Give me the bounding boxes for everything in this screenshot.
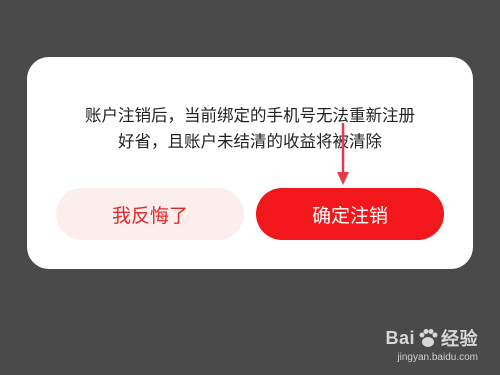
confirm-logout-button[interactable]: 确定注销 [256, 188, 444, 240]
logout-confirm-dialog: 账户注销后，当前绑定的手机号无法重新注册 好省，且账户未结清的收益将被清除 我反… [27, 57, 473, 269]
regret-button[interactable]: 我反悔了 [56, 188, 244, 240]
watermark-brand-suffix: 经验 [441, 329, 478, 349]
dialog-message: 账户注销后，当前绑定的手机号无法重新注册 好省，且账户未结清的收益将被清除 [67, 103, 433, 155]
dialog-message-line1: 账户注销后，当前绑定的手机号无法重新注册 [85, 106, 415, 125]
dialog-message-line2: 好省，且账户未结清的收益将被清除 [118, 132, 382, 151]
watermark-url: jingyan.baidu.com [397, 352, 478, 363]
paw-icon [419, 329, 438, 347]
baidu-jingyan-watermark: Bai 经验 jingyan.baidu.com [385, 325, 478, 364]
watermark-brand-prefix: Bai [385, 327, 415, 348]
